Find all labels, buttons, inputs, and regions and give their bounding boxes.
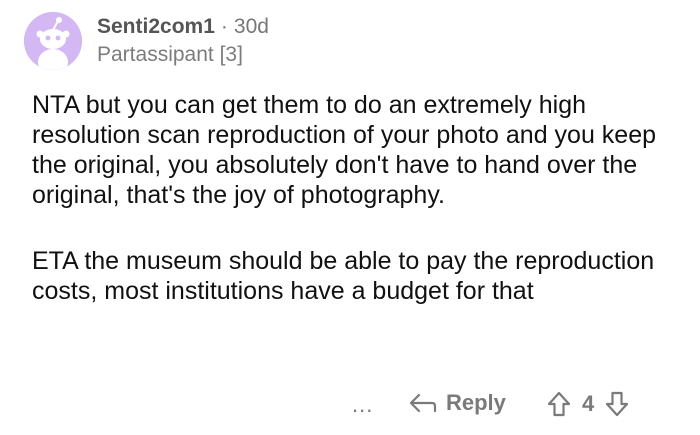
snoo-avatar-icon [24,12,82,70]
comment-paragraph: NTA but you can get them to do an extrem… [32,91,657,209]
upvote-icon[interactable] [546,390,572,418]
comment-age: 30d [233,15,269,38]
username[interactable]: Senti2com1 [97,15,215,38]
reply-arrow-icon [409,393,437,413]
comment-paragraph: ETA the museum should be able to pay the… [32,247,655,305]
comment-meta: Senti2com1 · 30d Partassipant [3] [97,14,269,68]
reply-label: Reply [446,390,506,415]
meta-line: Senti2com1 · 30d [97,14,269,40]
more-icon[interactable]: ... [352,392,373,418]
reply-button[interactable]: Reply [408,390,506,416]
comment: Senti2com1 · 30d Partassipant [3] NTA but … [0,0,700,435]
vote-count: 4 [582,391,595,416]
comment-body: NTA but you can get them to do an extrem… [32,90,682,306]
meta-separator: · [220,15,228,38]
downvote-icon[interactable] [604,390,630,418]
avatar[interactable] [24,12,82,70]
vote-controls: 4 [546,390,630,418]
user-flair: Partassipant [3] [97,43,243,66]
comment-actions: ... Reply 4 [0,390,700,424]
